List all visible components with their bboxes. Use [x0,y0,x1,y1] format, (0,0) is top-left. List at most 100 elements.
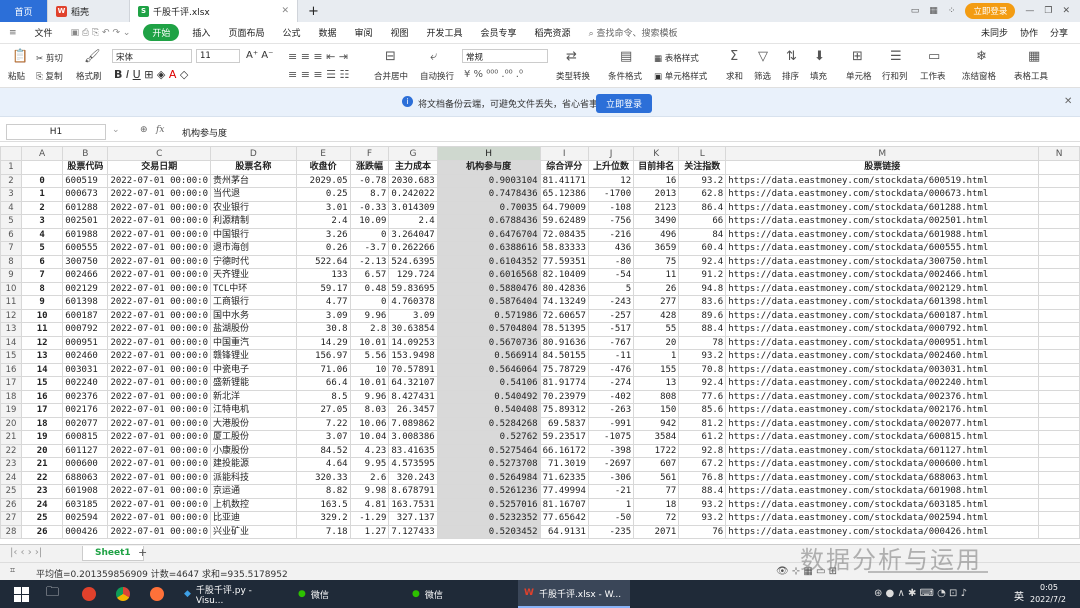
data-cell[interactable]: 0.6388616 [436,241,541,256]
data-cell[interactable]: 601398 [62,295,109,310]
copy-button[interactable]: ⎘ 复制 [36,70,63,82]
data-cell[interactable]: 0.540408 [436,403,541,418]
data-cell[interactable]: 建投能源 [210,457,297,472]
row-header[interactable]: 5 [0,214,23,229]
data-cell[interactable]: 3.07 [295,430,351,445]
data-cell[interactable]: 0.54106 [436,376,541,391]
data-cell[interactable]: 2022-07-01 00:00:0 [107,241,212,256]
share-button[interactable]: 分享 [1050,26,1068,39]
row-header[interactable]: 19 [0,403,23,418]
data-cell[interactable]: 76.8 [678,470,727,485]
data-cell[interactable]: -3.7 [349,241,390,256]
empty-cell[interactable] [1038,497,1080,512]
data-cell[interactable]: 0.5203452 [436,524,541,539]
taskbar-wechat-1[interactable]: ● 微信 [292,580,398,608]
data-cell[interactable]: 003031 [62,362,109,377]
data-cell[interactable]: 2022-07-01 00:00:0 [107,254,212,269]
empty-cell[interactable] [1038,187,1080,202]
data-cell[interactable]: 60.4 [678,241,727,256]
data-cell[interactable]: 522.64 [295,254,351,269]
data-cell[interactable]: 92.8 [678,443,727,458]
data-cell[interactable]: 82.10409 [539,268,589,283]
data-cell[interactable]: 93.2 [678,349,727,364]
column-header-d[interactable]: D [210,146,297,161]
data-cell[interactable]: 1.27 [349,524,390,539]
column-header-c[interactable]: C [107,146,212,161]
data-cell[interactable]: 0.566914 [436,349,541,364]
taskbar-wps-excel[interactable]: W 千股千评.xlsx - W... [518,580,630,608]
data-cell[interactable]: 宁德时代 [210,254,297,269]
file-explorer-icon[interactable]: 🗀 [40,580,65,608]
data-cell[interactable]: 0.540492 [436,389,541,404]
data-cell[interactable]: 30.8 [295,322,351,337]
data-cell[interactable]: 11 [633,268,680,283]
data-cell[interactable]: https://data.eastmoney.com/stockdata/600… [725,430,1040,445]
data-cell[interactable]: 10.01 [349,335,390,350]
data-cell[interactable]: 12 [587,173,635,188]
data-cell[interactable]: 2029.05 [295,173,351,188]
wps-icon[interactable] [76,580,102,608]
data-cell[interactable]: https://data.eastmoney.com/stockdata/002… [725,416,1040,431]
paste-icon[interactable]: 📋 [12,50,28,63]
data-cell[interactable]: 163.7531 [388,497,438,512]
data-cell[interactable]: 77.6 [678,389,727,404]
data-cell[interactable]: -756 [587,214,635,229]
sheet-nav-arrows[interactable]: |‹ ‹ › ›| [10,547,42,558]
data-cell[interactable]: 2022-07-01 00:00:0 [107,173,212,188]
data-cell[interactable]: 55 [633,322,680,337]
data-cell[interactable]: 002376 [62,389,109,404]
font-style-buttons[interactable]: B I U ⊞ ◈ A ◇ [114,68,188,81]
data-cell[interactable]: 30.63854 [388,322,438,337]
cond-format-icon[interactable]: ▤ [620,50,632,63]
data-cell[interactable]: 77 [633,484,680,499]
restore-icon[interactable]: ❐ [1044,6,1052,16]
column-header-n[interactable]: N [1038,146,1080,161]
close-tab-icon[interactable]: ✕ [281,6,289,16]
data-cell[interactable]: 2022-07-01 00:00:0 [107,416,212,431]
data-cell[interactable]: 4.77 [295,295,351,310]
collab-button[interactable]: 协作 [1020,26,1038,39]
data-cell[interactable]: 64.9131 [539,524,589,539]
row-header[interactable]: 11 [0,295,23,310]
data-cell[interactable]: 83.6 [678,295,727,310]
data-cell[interactable]: 320.243 [388,470,438,485]
data-cell[interactable]: 2022-07-01 00:00:0 [107,335,212,350]
data-cell[interactable]: https://data.eastmoney.com/stockdata/688… [725,470,1040,485]
header-cell[interactable] [21,160,64,175]
header-cell[interactable]: 综合评分 [539,160,589,175]
data-cell[interactable]: 94.8 [678,281,727,296]
wrap-button[interactable]: 自动换行 [420,70,454,82]
data-cell[interactable]: 000951 [62,335,109,350]
data-cell[interactable]: 600187 [62,308,109,323]
data-cell[interactable]: 19 [21,430,64,445]
row-header[interactable]: 3 [0,187,23,202]
tray-icons[interactable]: ⊛ ● ∧ ✱ ⌨ ◔ ⊡ ♪ [874,588,967,599]
data-cell[interactable]: 002594 [62,511,109,526]
data-cell[interactable]: 91.2 [678,268,727,283]
data-cell[interactable]: 9.96 [349,308,390,323]
data-cell[interactable]: 71.06 [295,362,351,377]
data-cell[interactable]: -991 [587,416,635,431]
data-cell[interactable]: 10 [21,308,64,323]
data-cell[interactable]: 2030.683 [388,173,438,188]
merge-icon[interactable]: ⊟ [385,50,396,63]
taskbar-wechat-2[interactable]: ● 微信 [406,580,512,608]
row-header[interactable]: 15 [0,349,23,364]
column-header-k[interactable]: K [633,146,680,161]
rowcol-icon[interactable]: ☰ [890,50,902,63]
column-header-e[interactable]: E [295,146,351,161]
data-cell[interactable]: 607 [633,457,680,472]
row-header[interactable]: 4 [0,200,23,215]
data-cell[interactable]: 3.014309 [388,200,438,215]
data-cell[interactable]: -216 [587,227,635,242]
empty-cell[interactable] [1038,322,1080,337]
data-cell[interactable]: 0.7478436 [436,187,541,202]
data-cell[interactable]: 64.32107 [388,376,438,391]
data-cell[interactable]: 601288 [62,200,109,215]
data-cell[interactable]: 5.56 [349,349,390,364]
data-cell[interactable]: 20 [21,443,64,458]
data-cell[interactable]: 2022-07-01 00:00:0 [107,281,212,296]
row-header[interactable]: 2 [0,173,23,188]
header-cell[interactable]: 交易日期 [107,160,212,175]
data-cell[interactable]: 5 [21,241,64,256]
